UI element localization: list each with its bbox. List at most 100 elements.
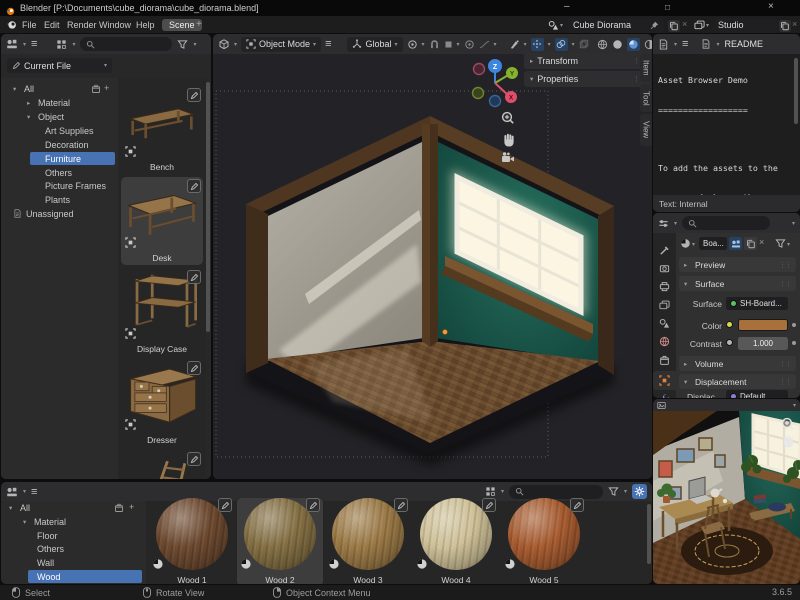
blender-menu-icon[interactable] [6,19,17,30]
edit-asset-icon[interactable] [187,270,201,284]
options-dropdown-icon[interactable]: ▾ [792,220,795,227]
tab-world-icon[interactable] [659,336,670,347]
menu-help[interactable]: Help [136,20,155,30]
tab-object-icon[interactable] [659,375,670,386]
gizmo-minus-x-axis[interactable] [474,64,485,75]
copy-material-icon[interactable] [744,237,757,250]
proportional-editing-icon[interactable] [464,39,475,50]
edit-asset-icon[interactable] [187,452,201,466]
shading-solid-icon[interactable] [612,39,623,50]
asset-thumb-display-case[interactable]: Display Case [121,268,203,356]
text-datablock-name[interactable]: README [724,39,763,49]
add-workspace-button[interactable]: + [196,19,202,30]
properties-panel-header[interactable]: ▾ Properties ⋮⋮ [524,71,651,87]
tab-view-layer-icon[interactable] [659,300,670,311]
scene-copy-icon[interactable] [668,20,680,32]
transform-panel-header[interactable]: ▸ Transform ⋮⋮ [524,53,651,69]
tab-scene-icon[interactable] [659,318,670,329]
edit-asset-icon[interactable] [187,361,201,375]
edit-asset-icon[interactable] [187,88,201,102]
maximize-button[interactable]: □ [665,2,670,12]
xray-toggle-icon[interactable] [579,39,589,49]
image-editor-icon[interactable] [657,401,666,410]
properties-search-input[interactable] [682,216,770,230]
catalog-plants[interactable]: Plants [45,193,70,206]
scene-dropdown-icon[interactable]: ▾ [560,22,563,29]
menu-edit[interactable]: Edit [44,20,60,30]
volume-panel-header[interactable]: ▸ Volume ⋮⋮ [679,356,796,371]
catalog-object[interactable]: ▾Object [27,110,64,123]
material-preview-icon[interactable] [680,238,691,249]
view-layer-field[interactable]: Studio [713,18,777,33]
drag-handle-icon[interactable]: ⋮⋮ [779,378,791,386]
reference-image[interactable] [653,411,800,584]
snap-dropdown-icon[interactable]: ▾ [457,41,460,48]
view-layer-remove-icon[interactable]: × [792,19,797,29]
menu-window[interactable]: Window [99,20,131,30]
tab-tool[interactable]: Tool [640,84,652,112]
editor-type-dropdown-icon[interactable]: ▾ [23,41,26,48]
gizmo-minus-z-axis[interactable] [490,96,501,107]
snap-magnet-icon[interactable] [429,39,440,50]
show-gizmo-icon[interactable] [531,38,544,51]
catalog-all[interactable]: ▾All [9,501,30,514]
catalog-all[interactable]: ▾All [13,82,34,95]
contrast-value-field[interactable]: 1.000 [738,337,788,350]
material-thumb-wood-4[interactable]: Wood 4 [413,498,499,584]
tab-output-icon[interactable] [659,281,670,292]
tab-render-icon[interactable] [659,263,670,274]
scene-name-field[interactable]: Cube Diorama [568,18,664,33]
edit-asset-icon[interactable] [570,498,584,512]
edit-asset-icon[interactable] [394,498,408,512]
add-catalog-button[interactable]: + [104,83,109,93]
pin-icon[interactable] [650,21,659,30]
asset-search-input[interactable] [80,37,172,51]
editor-type-dropdown-icon[interactable]: ▾ [674,220,677,227]
new-catalog-icon[interactable] [114,503,124,513]
view-layer-icon[interactable] [694,20,705,31]
asset-thumb-dresser[interactable]: Dresser [121,359,203,447]
view-layer-copy-icon[interactable] [779,20,791,32]
asset-browser-toggle-icon[interactable] [729,237,742,250]
gizmo-minus-y-axis[interactable] [473,88,484,99]
panel-dropdown-icon[interactable]: ▾ [793,402,796,409]
properties-editor-icon[interactable] [658,218,669,229]
material-thumb-wood-2[interactable]: Wood 2 [237,498,323,584]
displacement-field[interactable]: Default [726,390,788,398]
text-content[interactable]: Asset Browser Demo ================== To… [658,57,790,212]
drag-handle-icon[interactable]: ⋮⋮ [779,360,791,368]
falloff-curve-icon[interactable] [479,39,490,50]
tool-dropdown-icon[interactable]: ▾ [524,41,527,48]
asset-thumb-desk[interactable]: Desk [121,177,203,265]
scene-icon[interactable] [548,20,559,31]
material-thumb-wood-1[interactable]: Wood 1 [149,498,235,584]
filter-funnel-icon[interactable] [775,238,786,249]
view-menu-icon[interactable]: ≡ [325,38,331,50]
material-search-input[interactable] [509,485,603,499]
display-mode-dropdown-icon[interactable]: ▾ [501,488,504,495]
asset-thumb-ladder[interactable] [121,450,203,479]
menu-icon[interactable]: ≡ [682,38,688,50]
orientation-select[interactable]: Global ▾ [347,37,402,52]
drag-handle-icon[interactable]: ⋮⋮ [779,261,791,269]
animate-contrast-dot[interactable] [792,341,796,345]
shading-material-icon[interactable] [627,38,640,51]
catalog-material[interactable]: ▸Material [27,96,70,109]
snap-target-icon[interactable] [444,40,453,49]
filter-funnel-icon[interactable] [177,39,188,50]
catalog-unassigned[interactable]: Unassigned [13,207,74,220]
gizmo-dropdown-icon[interactable]: ▾ [548,41,551,48]
tab-collection-icon[interactable] [659,355,670,366]
overlays-dropdown-icon[interactable]: ▾ [572,41,575,48]
filter-funnel-icon[interactable] [608,486,619,497]
pivot-point-icon[interactable] [407,39,418,50]
preview-panel-header[interactable]: ▸ Preview ⋮⋮ [679,257,796,272]
view-layer-dropdown-icon[interactable]: ▾ [706,22,709,29]
menu-icon[interactable]: ≡ [31,486,37,498]
editor-type-dropdown-icon[interactable]: ▾ [23,488,26,495]
catalog-wall[interactable]: Wall [37,556,54,569]
show-overlays-icon[interactable] [555,38,568,51]
viewport-canvas[interactable]: Z Y X [213,54,652,479]
edit-asset-icon[interactable] [218,498,232,512]
material-name-field[interactable]: Boa... [699,237,727,250]
